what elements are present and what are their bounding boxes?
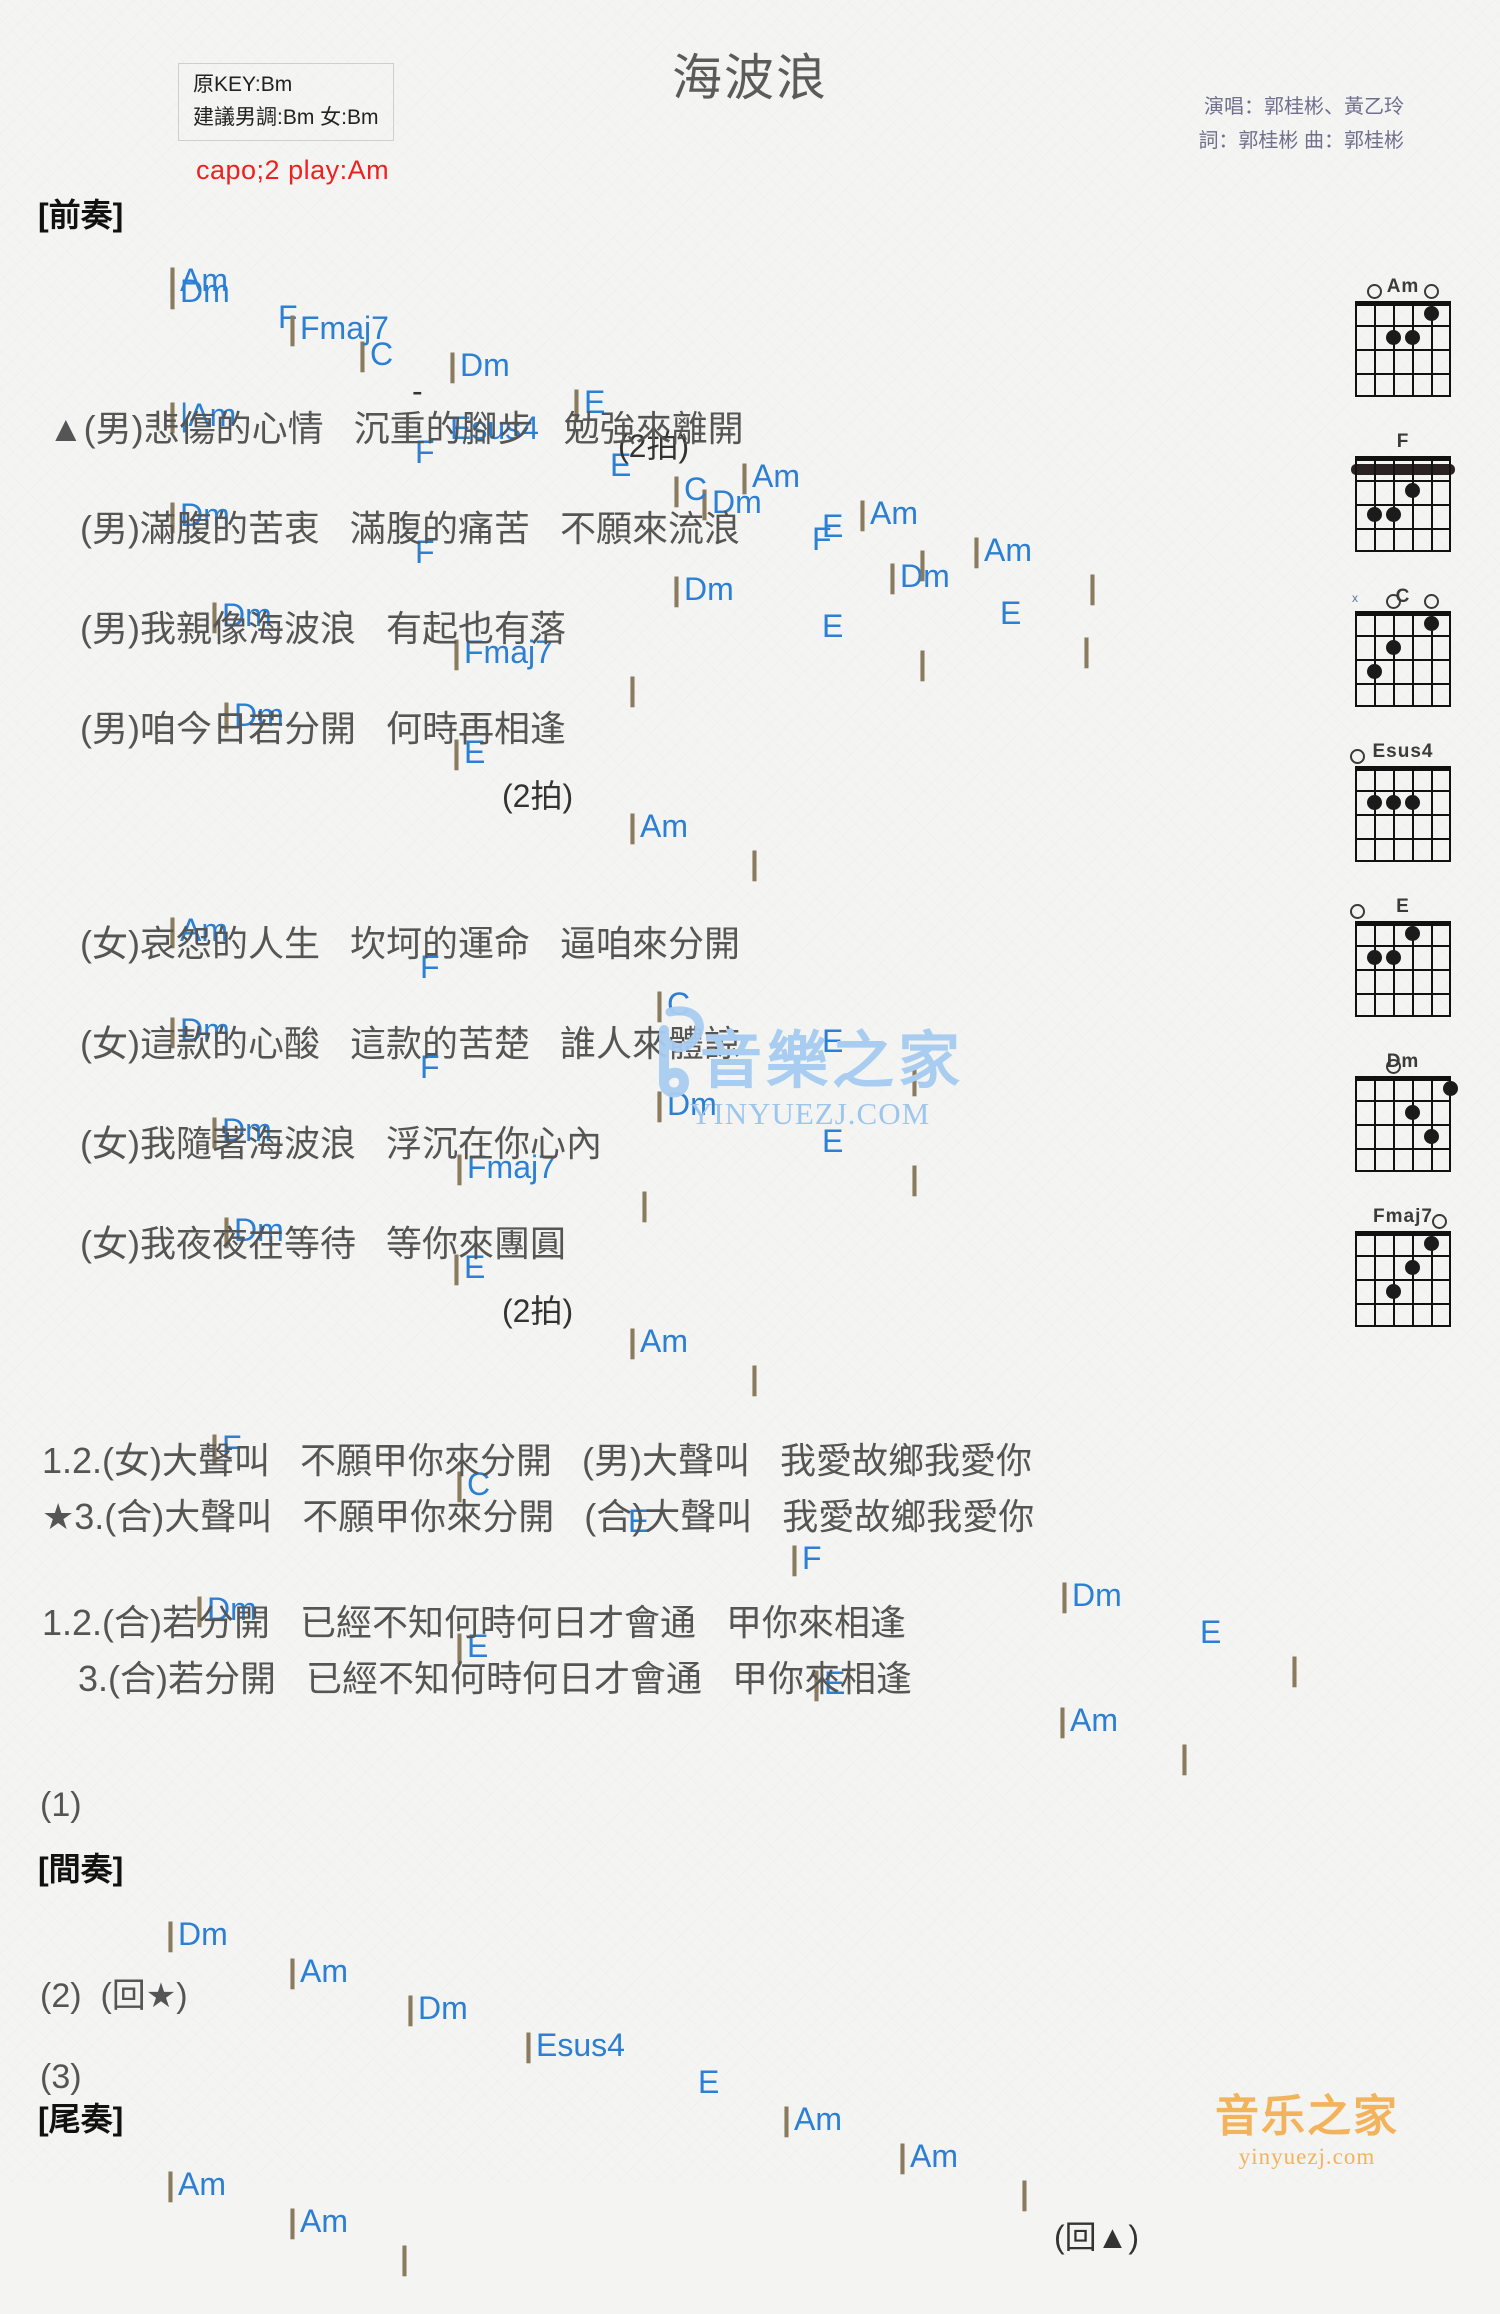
verse-male: | |Am F | C E | ▲(男)悲傷的心情 沉重的腳步 勉強來離開 | Dm … [0, 360, 1340, 881]
verse-male-chords-2: | Dm F | Dm E | [168, 497, 927, 681]
verse-male-lyric-4: (男)咱今日若分開 何時再相逢 [80, 708, 566, 749]
outro-line: [尾奏] | Am | Am | [0, 2092, 1340, 2276]
chorus-chords-1: | F | C E | F | Dm E | [210, 1429, 1299, 1687]
chord-diagram-name: Dm [1386, 1051, 1420, 1072]
fretboard-grid [1355, 1059, 1458, 1172]
verse-female-chords-3: | Dm | Fmaj7 | [210, 1112, 649, 1222]
writer-credit: 詞：郭桂彬 曲：郭桂彬 [1198, 130, 1404, 152]
chord-diagram-c: C x [1338, 586, 1468, 707]
chord-diagram-fmaj7: Fmaj7 [1338, 1206, 1468, 1327]
verse-female-chords-1: | Am F | C E | [168, 912, 919, 1096]
repeat-marker-2: (2) (回★) [40, 1977, 188, 2015]
repeat-marker-1: (1) [40, 1786, 82, 1824]
chorus-lyric-2a: 1.2.(合)若分開 已經不知何時何日才會通 甲你來相逢 [42, 1602, 907, 1643]
chord-diagram-am: Am [1338, 276, 1468, 397]
fretboard-grid [1350, 904, 1451, 1017]
chord-diagram-name: F [1396, 431, 1410, 452]
chorus-chords-2: | Dm | E | E | Am | [195, 1591, 1189, 1775]
fretboard-grid [1355, 1214, 1451, 1327]
outro-label: [尾奏] [38, 2101, 124, 2137]
verse-male-lyric-3: (男)我親像海波浪 有起也有落 [80, 608, 566, 649]
interlude-label: [間奏] [38, 1851, 124, 1887]
chord-diagram-e: E [1338, 896, 1468, 1017]
verse-male-chords-1: | |Am F | C E | [168, 397, 927, 581]
verse-male-lyric-2: (男)滿腹的苦衷 滿腹的痛苦 不願來流浪 [80, 508, 740, 549]
repeat-marker-3: (3) [40, 2058, 82, 2096]
verse-male-lyric-1: ▲(男)悲傷的心情 沉重的腳步 勉強來離開 [48, 408, 744, 449]
watermark-bottom-cn: 音乐之家 [1215, 2091, 1399, 2142]
capo-instruction: capo;2 play:Am [196, 155, 390, 185]
watermark-url: YINYUEZJ.COM [690, 1096, 931, 1131]
verse-female-lyric-3: (女)我隨著海波浪 浮沉在你心內 [80, 1123, 602, 1164]
intro-label: [前奏] [38, 197, 124, 233]
verse-female-chords-2: | Dm F | Dm E | [168, 1012, 919, 1196]
fretboard-grid [1350, 749, 1451, 862]
chord-diagram-dm: Dm [1338, 1051, 1468, 1172]
chord-diagram-esus4: Esus4 [1338, 741, 1468, 862]
key-info-box: 原KEY:Bm 建議男調:Bm 女:Bm [178, 63, 394, 142]
chord-diagram-name: Am [1386, 276, 1420, 297]
key-original: 原KEY:Bm [193, 73, 293, 96]
verse-male-chords-4: | Dm | E (2拍) | Am | [222, 697, 759, 881]
verse-female: | Am F | C E | (女)哀怨的人生 坎坷的運命 逼咱來分開 | Dm F … [0, 875, 1340, 1396]
intro-line-1: [前奏] | Am F | C - Esus4 E | Dm F | Dm E | [0, 188, 1340, 668]
key-suggested: 建議男調:Bm 女:Bm [193, 105, 379, 129]
chord-diagram-f: F [1338, 431, 1468, 552]
verse-female-chords-4: | Dm | E (2拍) | Am | [222, 1212, 759, 1396]
chorus-lyric-1b: ★3.(合)大聲叫 不願甲你來分開 (合)大聲叫 我愛故鄉我愛你 [42, 1496, 1035, 1537]
fretboard-grid: x [1352, 591, 1451, 707]
repeat-interlude-section: (1) [間奏] | Dm | Am | Dm | Esus4 E | Am | Am | … [0, 1786, 1340, 2276]
watermark-bottom: 音乐之家 yinyuezj.com [1215, 2080, 1399, 2170]
fretboard-grid [1351, 456, 1455, 552]
verse-female-lyric-1: (女)哀怨的人生 坎坷的運命 逼咱來分開 [80, 923, 740, 964]
chord-sheet: 海波浪 原KEY:Bm 建議男調:Bm 女:Bm capo;2 play:Am … [0, 0, 1500, 2276]
interlude-line: [間奏] | Dm | Am | Dm | Esus4 E | Am | Am | (回▲) [0, 1842, 1340, 2255]
fretboard-grid [1355, 284, 1451, 397]
watermark-bottom-url: yinyuezj.com [1238, 2144, 1376, 2169]
watermark-text-cn: 音樂之家 [700, 1024, 965, 1097]
chorus-lyric-1a: 1.2.(女)大聲叫 不願甲你來分開 (男)大聲叫 我愛故鄉我愛你 [42, 1440, 1033, 1481]
chord-diagram-column: Am F C x Esus4 E Dm Fmaj7 [1328, 276, 1478, 1361]
intro-section: [前奏] | Am F | C - Esus4 E | Dm F | Dm E | | D… [0, 188, 1340, 668]
intro-line-2: | Dm | Fmaj7 | Dm | E (2拍) | Am | Am | Am | [168, 273, 1097, 605]
chorus-section: | F | C E | F | Dm E | 1.2.(女)大聲叫 不願甲你來分開 (男… [0, 1392, 1400, 1775]
verse-female-lyric-2: (女)這款的心酸 這款的苦楚 誰人來體諒 [80, 1023, 740, 1064]
singer-credit: 演唱：郭桂彬、黃乙玲 [1204, 96, 1404, 118]
verse-male-chords-3: | Dm | Fmaj7 | [210, 597, 637, 707]
chord-diagram-name: Fmaj7 [1373, 1206, 1433, 1227]
credits: 演唱：郭桂彬、黃乙玲 詞：郭桂彬 曲：郭桂彬 [1198, 90, 1404, 158]
verse-female-lyric-4: (女)我夜夜在等待 等你來團圓 [80, 1223, 566, 1264]
chorus-lyric-2b: 3.(合)若分開 已經不知何時何日才會通 甲你來相逢 [78, 1658, 913, 1699]
